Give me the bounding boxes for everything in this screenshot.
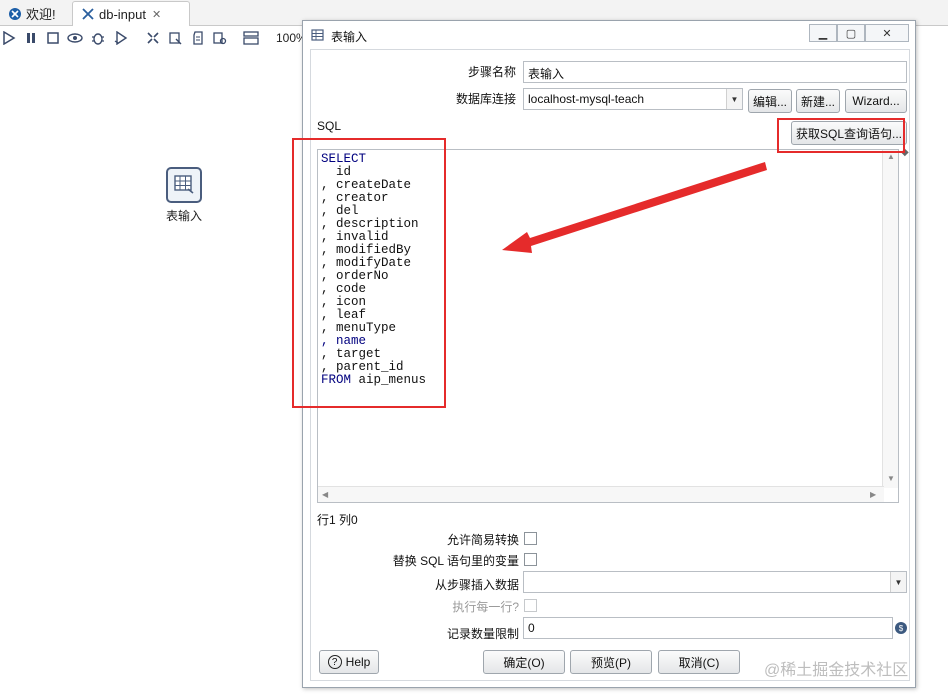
annotation-arrow: [502, 162, 767, 253]
watermark: @稀土掘金技术社区: [764, 662, 909, 679]
